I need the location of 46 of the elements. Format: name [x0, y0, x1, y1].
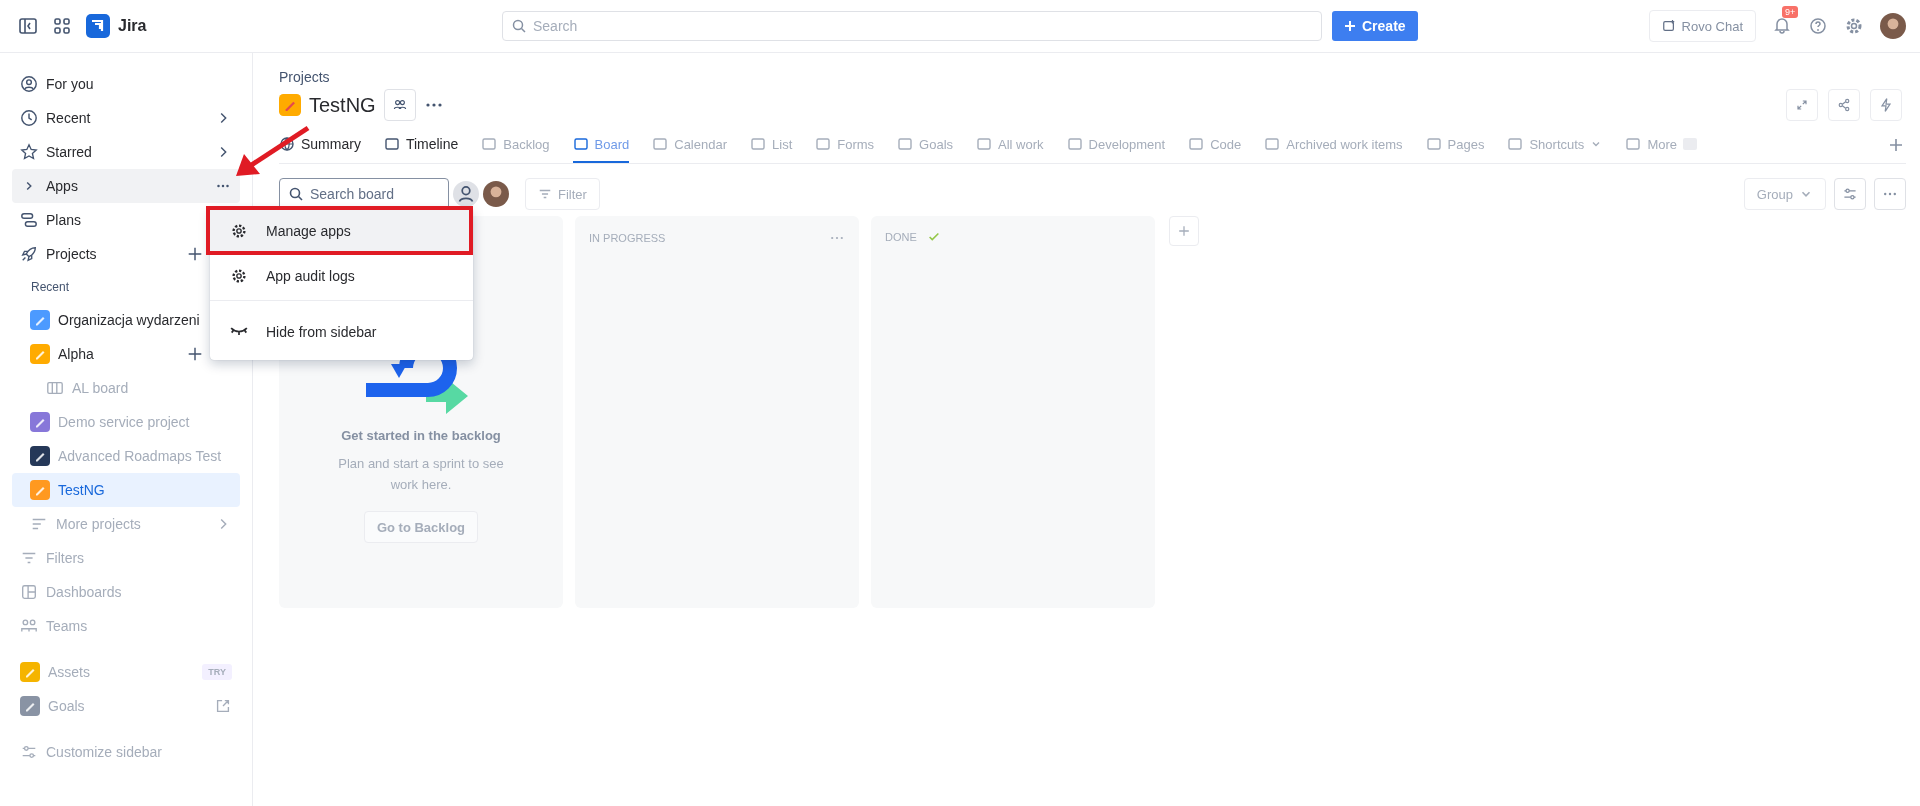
view-tab[interactable]: Code [1188, 127, 1242, 163]
view-tab[interactable]: Development [1066, 127, 1166, 163]
column-title: IN PROGRESS [589, 232, 666, 244]
view-tab[interactable]: Timeline [383, 127, 459, 163]
sidebar-item[interactable]: Goals [12, 689, 240, 723]
try-badge: TRY [202, 664, 232, 680]
view-tab[interactable]: Calendar [652, 127, 727, 163]
view-tab[interactable]: Goals [897, 127, 954, 163]
view-tab[interactable]: More [1625, 127, 1697, 163]
sidebar-item[interactable]: Demo service project [12, 405, 240, 439]
sidebar-item[interactable]: Advanced Roadmaps Test [12, 439, 240, 473]
group-button[interactable]: Group [1743, 178, 1826, 210]
view-tab[interactable]: Pages [1425, 127, 1485, 163]
sidebar-item[interactable]: AL board [12, 371, 240, 405]
filter-button[interactable]: Filter [525, 178, 600, 210]
sidebar-item[interactable]: Apps [12, 169, 240, 203]
breadcrumb-link[interactable]: Projects [279, 69, 330, 85]
create-button[interactable]: Create [1332, 11, 1418, 41]
sidebar-item[interactable]: Filters [12, 541, 240, 575]
sidebar-item[interactable]: Starred [12, 135, 240, 169]
sidebar-item[interactable]: For you [12, 67, 240, 101]
notification-count: 9+ [1782, 5, 1799, 18]
view-tab[interactable]: Board [572, 127, 630, 163]
project-title: TestNG [309, 93, 376, 117]
view-tab[interactable]: Forms [815, 127, 875, 163]
view-tab[interactable]: Shortcuts [1507, 127, 1603, 163]
sidebar-item[interactable]: Recent [12, 101, 240, 135]
view-tab[interactable]: List [750, 127, 793, 163]
sidebar-item[interactable]: More projects [12, 507, 240, 541]
view-tab[interactable]: Backlog [481, 127, 550, 163]
empty-state-title: Get started in the backlog [341, 428, 501, 443]
section-heading: Recent [31, 279, 70, 296]
sidebar-item[interactable]: Teams [12, 609, 240, 643]
sidebar-item[interactable]: TestNG [12, 473, 240, 507]
search-field[interactable]: Search [502, 11, 1322, 41]
sidebar-item[interactable]: Customize sidebar [12, 735, 240, 769]
rovo-chat-button[interactable]: Rovo Chat [1648, 10, 1756, 42]
column-title: DONE [885, 231, 917, 243]
sidebar-item[interactable]: Dashboards [12, 575, 240, 609]
view-tab[interactable]: Archived work items [1264, 127, 1403, 163]
view-tab[interactable]: Summary [279, 127, 361, 163]
product-name: Jira [118, 17, 147, 35]
empty-state-text: Plan and start a sprint to see work here. [337, 455, 505, 494]
go-to-backlog-button[interactable]: Go to Backlog [363, 511, 479, 543]
view-tab[interactable]: All work [976, 127, 1044, 163]
sidebar-item[interactable]: Assets TRY [12, 655, 240, 689]
